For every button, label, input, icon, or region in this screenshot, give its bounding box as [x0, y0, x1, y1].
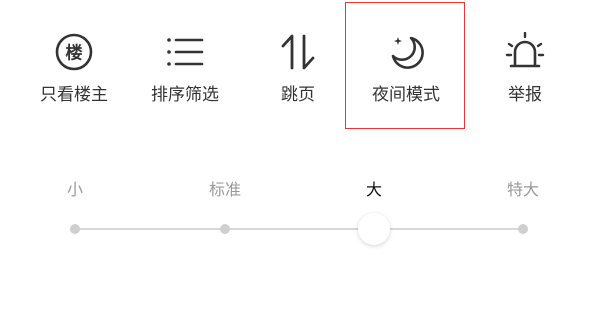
font-size-slider-track[interactable] [75, 228, 524, 230]
only-view-op-label: 只看楼主 [40, 85, 108, 105]
font-size-slider-knob[interactable] [358, 213, 390, 245]
font-size-option-xlarge[interactable]: 特大 [507, 180, 539, 200]
post-menu-panel: 楼 只看楼主 排序筛选 跳页 夜间模式 举报 小 标准 大 特大 [0, 0, 600, 322]
font-size-option-standard[interactable]: 标准 [209, 180, 241, 200]
night-mode-label: 夜间模式 [372, 85, 440, 105]
font-size-stop-standard[interactable] [220, 224, 230, 234]
sort-filter-button[interactable]: 排序筛选 [135, 26, 235, 114]
moon-icon [386, 32, 426, 72]
up-down-arrows-icon [278, 32, 318, 72]
louzhu-badge-char: 楼 [66, 43, 83, 64]
alarm-siren-icon [505, 32, 545, 72]
list-sort-icon [165, 32, 205, 72]
report-label: 举报 [508, 85, 542, 105]
font-size-option-small[interactable]: 小 [67, 180, 83, 200]
font-size-stop-small[interactable] [70, 224, 80, 234]
report-button[interactable]: 举报 [475, 26, 575, 114]
jump-page-label: 跳页 [281, 85, 315, 105]
sort-filter-label: 排序筛选 [151, 85, 219, 105]
only-view-op-button[interactable]: 楼 只看楼主 [24, 26, 124, 114]
font-size-stop-xlarge[interactable] [518, 224, 528, 234]
font-size-option-large[interactable]: 大 [366, 180, 382, 200]
jump-page-button[interactable]: 跳页 [248, 26, 348, 114]
night-mode-button[interactable]: 夜间模式 [356, 26, 456, 114]
louzhu-badge-icon: 楼 [54, 32, 94, 72]
